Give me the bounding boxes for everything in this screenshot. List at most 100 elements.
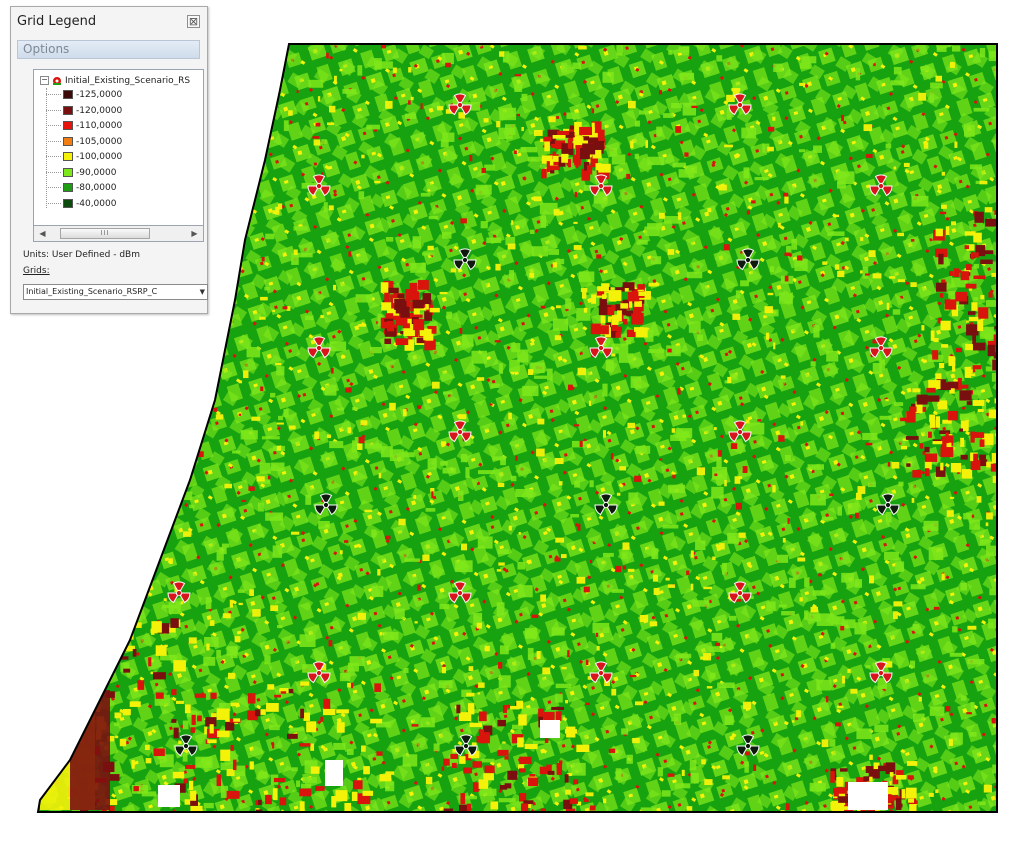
weak-coverage-cell <box>555 305 561 309</box>
light-coverage-cell <box>885 511 892 523</box>
poor-coverage-cell <box>575 135 583 140</box>
weak-coverage-cell <box>238 380 243 384</box>
legend-title: Grid Legend <box>17 14 97 29</box>
weak-coverage-cell <box>496 121 501 128</box>
weak-coverage-cell <box>495 263 501 271</box>
light-coverage-cell <box>570 513 579 518</box>
poor-coverage-cell <box>686 570 690 576</box>
light-coverage-cell <box>305 494 312 505</box>
poor-coverage-cell <box>924 446 930 453</box>
weak-coverage-cell <box>276 445 281 451</box>
poor-coverage-cell <box>544 140 550 152</box>
light-coverage-cell <box>640 807 657 812</box>
weak-coverage-cell <box>425 776 433 785</box>
light-coverage-cell <box>804 610 809 620</box>
light-coverage-cell <box>103 513 120 521</box>
poor-coverage-cell <box>63 659 76 669</box>
weak-coverage-cell <box>649 621 658 627</box>
light-coverage-cell <box>695 540 706 551</box>
light-coverage-cell <box>514 84 523 92</box>
light-coverage-cell <box>671 716 679 722</box>
weak-coverage-cell <box>628 100 636 109</box>
light-coverage-cell <box>717 682 735 689</box>
weak-coverage-cell <box>378 472 382 479</box>
poor-coverage-cell <box>971 302 978 311</box>
light-coverage-cell <box>616 44 623 56</box>
light-coverage-cell <box>471 350 487 364</box>
options-button[interactable]: Options <box>17 40 200 59</box>
poor-coverage-cell <box>598 163 611 173</box>
weak-coverage-cell <box>619 466 627 471</box>
light-coverage-cell <box>572 440 587 448</box>
close-icon[interactable]: ⊠ <box>187 15 200 28</box>
weak-coverage-cell <box>632 737 640 744</box>
poor-coverage-cell <box>573 779 579 785</box>
poor-coverage-cell <box>999 324 1004 329</box>
light-coverage-cell <box>94 600 101 610</box>
weak-coverage-cell <box>496 569 502 572</box>
poor-coverage-cell <box>558 760 563 764</box>
weak-coverage-cell <box>414 621 418 624</box>
poor-coverage-cell <box>990 463 997 472</box>
poor-coverage-cell <box>230 244 234 249</box>
light-coverage-cell <box>648 349 665 354</box>
poor-coverage-cell <box>1000 365 1004 374</box>
poor-coverage-cell <box>123 708 131 716</box>
site-center <box>316 670 322 676</box>
poor-coverage-cell <box>515 455 518 461</box>
weak-coverage-cell <box>652 574 658 582</box>
dropdown-arrow-icon[interactable]: ▼ <box>200 285 205 299</box>
light-coverage-cell <box>662 524 679 529</box>
legend-horizontal-scrollbar[interactable]: ◀ III ▶ <box>33 225 204 242</box>
light-coverage-cell <box>265 512 284 521</box>
tree-root-label: Initial_Existing_Scenario_RS <box>65 76 191 86</box>
weak-coverage-cell <box>536 650 541 659</box>
collapse-icon[interactable]: − <box>40 76 49 85</box>
weak-coverage-cell <box>950 62 955 68</box>
light-coverage-cell <box>321 139 327 144</box>
weak-coverage-cell <box>822 261 828 265</box>
light-coverage-cell <box>246 347 261 358</box>
poor-coverage-cell <box>591 294 597 304</box>
poor-coverage-cell <box>225 721 235 731</box>
scroll-right-icon[interactable]: ▶ <box>187 226 202 241</box>
light-coverage-cell <box>438 680 453 689</box>
poor-coverage-cell <box>865 273 870 276</box>
poor-coverage-cell <box>587 130 592 135</box>
poor-coverage-cell <box>484 765 495 773</box>
poor-coverage-cell <box>478 779 489 789</box>
weak-coverage-cell <box>738 532 746 538</box>
scroll-thumb[interactable]: III <box>60 228 150 239</box>
poor-coverage-cell <box>929 414 935 423</box>
poor-coverage-cell <box>634 327 644 332</box>
poor-coverage-cell <box>840 626 845 631</box>
poor-coverage-cell <box>267 475 271 480</box>
weak-coverage-cell <box>204 726 208 735</box>
site-center <box>737 590 743 596</box>
light-coverage-cell <box>305 315 314 321</box>
light-coverage-cell <box>837 171 855 185</box>
grids-select[interactable]: Initial_Existing_Scenario_RSRP_C ▼ <box>23 284 208 300</box>
weak-coverage-cell <box>333 284 337 291</box>
poor-coverage-cell <box>497 719 506 727</box>
legend-tree[interactable]: − Initial_Existing_Scenario_RS -125,0000 -… <box>33 69 204 242</box>
poor-coverage-cell <box>185 764 196 769</box>
tree-root-item[interactable]: − Initial_Existing_Scenario_RS <box>40 75 190 87</box>
legend-swatch <box>63 90 73 99</box>
weak-coverage-cell <box>218 264 227 271</box>
weak-coverage-cell <box>374 180 381 184</box>
poor-coverage-cell <box>531 614 539 618</box>
weak-coverage-cell <box>251 416 261 421</box>
scroll-left-icon[interactable]: ◀ <box>35 226 50 241</box>
light-coverage-cell <box>879 415 892 420</box>
poor-coverage-cell <box>384 292 390 303</box>
weak-coverage-cell <box>837 270 845 278</box>
weak-coverage-cell <box>778 222 781 228</box>
poor-coverage-cell <box>519 768 526 773</box>
weak-coverage-cell <box>921 325 925 331</box>
poor-coverage-cell <box>544 738 549 744</box>
light-coverage-cell <box>203 802 214 809</box>
legend-swatch <box>63 121 73 130</box>
weak-coverage-cell <box>441 666 446 674</box>
light-coverage-cell <box>346 749 354 755</box>
